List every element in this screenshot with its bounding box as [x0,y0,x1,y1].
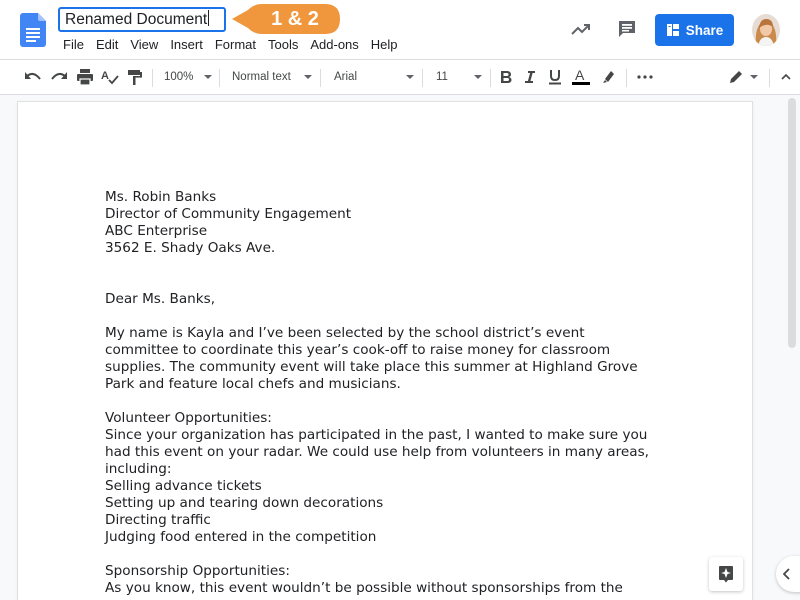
document-line: Dear Ms. Banks, [105,291,216,307]
italic-icon[interactable] [520,60,540,94]
print-icon[interactable] [74,60,96,94]
editing-mode-icon[interactable] [728,60,762,94]
menu-tools[interactable]: Tools [262,36,304,54]
share-button[interactable]: Share [655,14,734,46]
document-line: Volunteer Opportunities: [105,410,272,426]
zoom-select[interactable]: 100% [160,60,212,94]
document-line: My name is Kayla and I’ve been selected … [105,325,585,341]
document-line: had this event on your radar. We could u… [105,444,649,460]
document-line: Sponsorship Opportunities: [105,563,290,579]
menu-format[interactable]: Format [209,36,262,54]
menu-bar: File Edit View Insert Format Tools Add-o… [57,36,404,54]
paint-format-icon[interactable] [124,60,146,94]
editing-mode-dropdown-icon [750,75,758,79]
zoom-dropdown-icon [204,75,212,79]
docs-logo-icon[interactable] [20,13,46,47]
document-line: Judging food entered in the competition [105,529,377,545]
document-title-input[interactable]: Renamed Document [58,7,226,32]
menu-file[interactable]: File [57,36,90,54]
document-line: Ms. Robin Banks [105,189,217,205]
svg-text:A: A [575,68,585,83]
font-size-value: 11 [436,71,448,83]
explore-button[interactable] [709,557,743,591]
text-color-icon[interactable]: A [570,60,592,94]
callout-label: 1 & 2 [271,8,319,30]
paragraph-style-value: Normal text [232,71,291,83]
font-dropdown-icon [406,75,414,79]
menu-edit[interactable]: Edit [90,36,124,54]
document-line: committee to coordinate this year’s cook… [105,342,611,358]
toolbar-divider [490,69,491,87]
menu-help[interactable]: Help [365,36,404,54]
step-callout: 1 & 2 [232,4,340,34]
font-size-dropdown-icon [474,75,482,79]
toolbar-divider [422,69,423,87]
undo-icon[interactable] [22,60,44,94]
text-caret [208,10,210,26]
document-line: 3562 E. Shady Oaks Ave. [105,240,276,256]
trend-icon[interactable] [570,19,592,39]
more-icon[interactable] [634,60,656,94]
menu-add-ons[interactable]: Add-ons [304,36,364,54]
document-line: Since your organization has participated… [105,427,648,443]
redo-icon[interactable] [48,60,70,94]
document-line: Directing traffic [105,512,211,528]
document-title-text: Renamed Document [65,11,208,28]
menu-view[interactable]: View [124,36,164,54]
formatting-toolbar: A 100% Normal text Arial 11 A [0,59,800,95]
explore-icon [719,566,733,583]
share-label: Share [685,22,724,38]
document-line: Director of Community Engagement [105,206,352,222]
avatar[interactable] [752,14,780,46]
share-people-icon [666,24,679,36]
font-size-select[interactable]: 11 [432,60,482,94]
toolbar-divider [626,69,627,87]
zoom-value: 100% [164,71,194,83]
document-body[interactable]: Ms. Robin Banks Director of Community Eng… [105,189,695,597]
document-line: Park and feature local chefs and musicia… [105,376,401,392]
comment-icon[interactable] [616,18,638,40]
document-line: Setting up and tearing down decorations [105,495,384,511]
collapse-toolbar-icon[interactable] [776,60,796,94]
font-select[interactable]: Arial [330,60,414,94]
chevron-left-icon [783,568,790,580]
document-line: supplies. The community event will take … [105,359,638,375]
app-header: Renamed Document 1 & 2 File Edit View In… [0,0,800,59]
scrollbar-thumb[interactable] [788,98,796,348]
paragraph-style-select[interactable]: Normal text [228,60,312,94]
highlight-icon[interactable] [597,60,619,94]
menu-insert[interactable]: Insert [164,36,209,54]
document-line: including: [105,461,172,477]
underline-icon[interactable] [545,60,565,94]
toolbar-divider [320,69,321,87]
toolbar-divider [769,69,770,87]
toolbar-divider [152,69,153,87]
toolbar-divider [219,69,220,87]
document-line: As you know, this event wouldn’t be poss… [105,580,623,596]
svg-text:A: A [101,70,109,82]
bold-icon[interactable] [496,60,516,94]
font-value: Arial [334,71,358,83]
document-line: ABC Enterprise [105,223,208,239]
spellcheck-icon[interactable]: A [99,60,121,94]
document-line: Selling advance tickets [105,478,262,494]
style-dropdown-icon [304,75,312,79]
